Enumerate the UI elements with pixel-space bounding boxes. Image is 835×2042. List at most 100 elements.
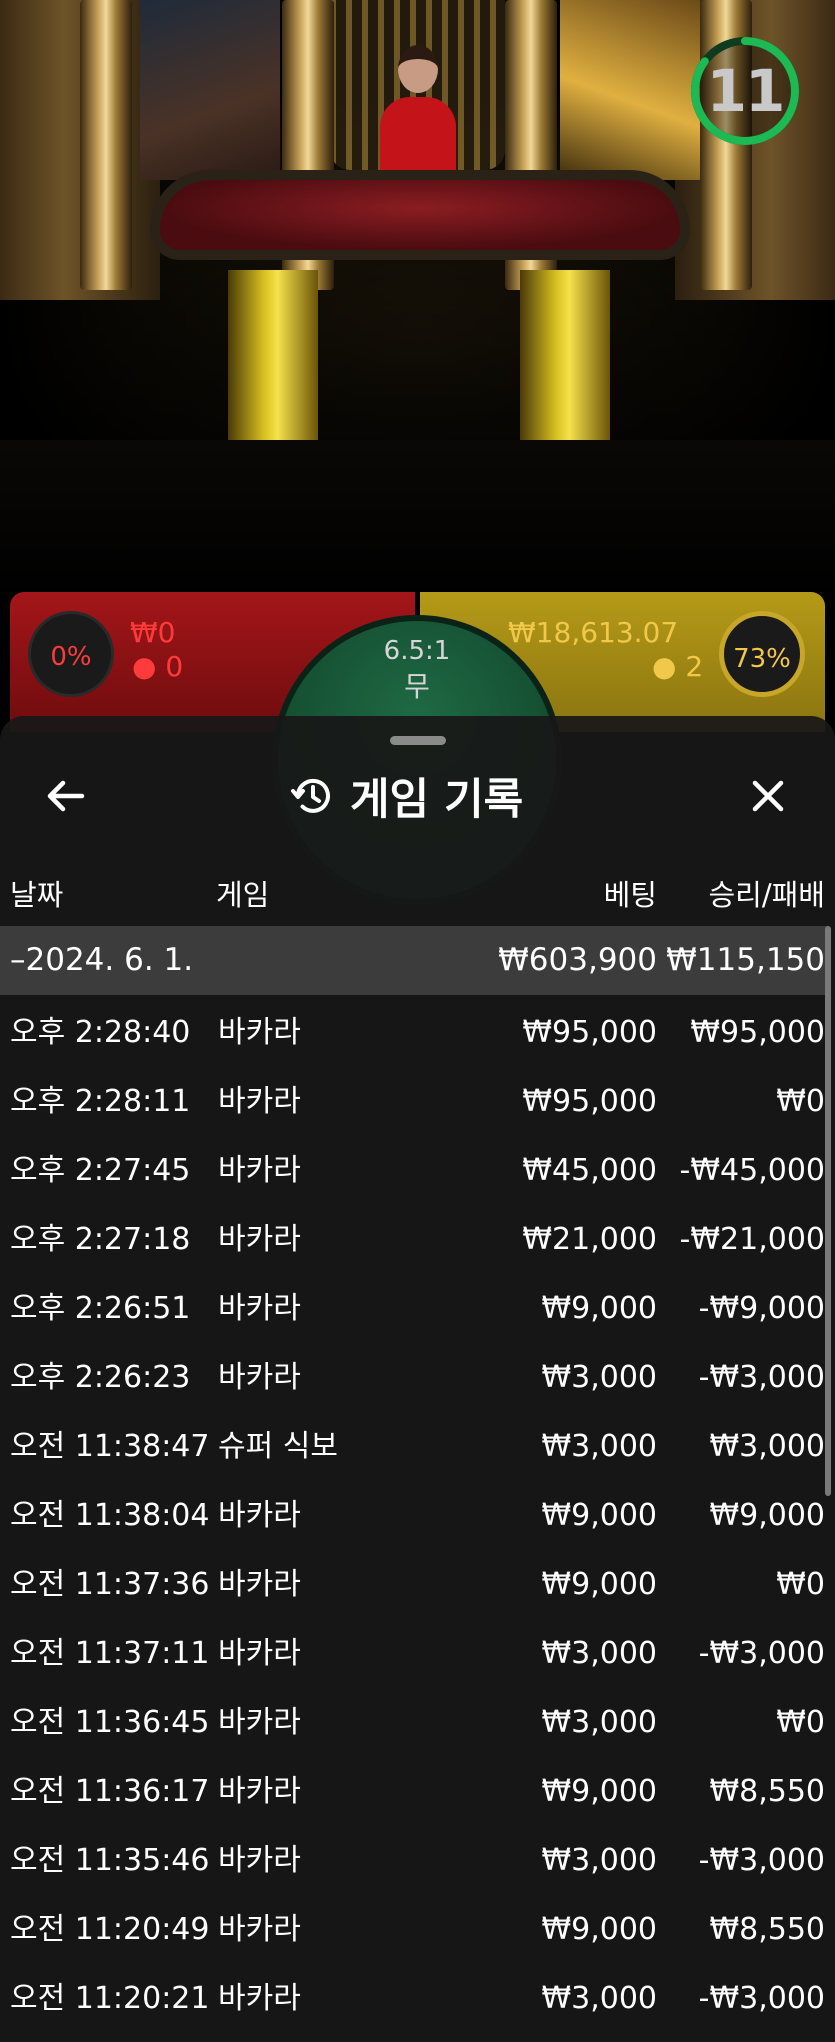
sheet-title: 게임 기록 bbox=[350, 775, 524, 825]
row-result: -₩3,000 bbox=[698, 1843, 825, 1878]
table-leg bbox=[520, 270, 610, 460]
row-result: -₩21,000 bbox=[679, 1222, 825, 1257]
row-result: -₩45,000 bbox=[679, 1153, 825, 1188]
person-icon: ● bbox=[652, 650, 677, 683]
tie-label: 무 bbox=[404, 670, 430, 703]
column-date: 날짜 bbox=[10, 878, 64, 912]
row-bet: ₩9,000 bbox=[541, 1774, 657, 1809]
row-bet: ₩9,000 bbox=[541, 1567, 657, 1602]
tiger-player-count: ● 2 bbox=[652, 650, 704, 683]
row-game: 바카라 bbox=[218, 1567, 301, 1602]
row-game: 바카라 bbox=[218, 1843, 301, 1878]
dealer bbox=[370, 45, 465, 185]
row-result: ₩0 bbox=[776, 1705, 825, 1740]
history-row[interactable]: 오전 11:37:36 바카라 ₩9,000 ₩0 bbox=[0, 1550, 835, 1619]
row-bet: ₩21,000 bbox=[522, 1222, 657, 1257]
row-bet: ₩3,000 bbox=[541, 1360, 657, 1395]
history-row[interactable]: 오전 11:38:04 바카라 ₩9,000 ₩9,000 bbox=[0, 1481, 835, 1550]
row-game: 바카라 bbox=[218, 1222, 301, 1257]
row-time: 오전 11:36:45 bbox=[10, 1705, 210, 1740]
row-game: 바카라 bbox=[218, 1084, 301, 1119]
card-table bbox=[150, 170, 690, 260]
row-result: ₩95,000 bbox=[690, 1015, 825, 1050]
row-time: 오후 2:26:51 bbox=[10, 1291, 191, 1326]
row-game: 바카라 bbox=[218, 1705, 301, 1740]
row-result: ₩8,550 bbox=[709, 1912, 825, 1947]
row-game: 바카라 bbox=[218, 1015, 301, 1050]
row-result: ₩9,000 bbox=[709, 1498, 825, 1533]
back-button[interactable] bbox=[36, 766, 96, 826]
row-time: 오전 11:37:11 bbox=[10, 1636, 210, 1671]
row-game: 바카라 bbox=[218, 1774, 301, 1809]
row-bet: ₩95,000 bbox=[522, 1015, 657, 1050]
row-bet: ₩3,000 bbox=[541, 1429, 657, 1464]
dragon-player-count: ● 0 bbox=[132, 650, 184, 683]
history-row[interactable]: 오전 11:36:45 바카라 ₩3,000 ₩0 bbox=[0, 1688, 835, 1757]
round-countdown-timer: 11 bbox=[688, 34, 802, 148]
row-game: 바카라 bbox=[218, 1291, 301, 1326]
arrow-left-icon bbox=[47, 780, 85, 812]
history-row[interactable]: 오후 2:28:40 바카라 ₩95,000 ₩95,000 bbox=[0, 998, 835, 1067]
tiger-artwork bbox=[560, 0, 700, 180]
row-game: 바카라 bbox=[218, 1360, 301, 1395]
row-time: 오전 11:36:17 bbox=[10, 1774, 210, 1809]
row-bet: ₩3,000 bbox=[541, 1843, 657, 1878]
row-bet: ₩95,000 bbox=[522, 1084, 657, 1119]
history-row[interactable]: 오후 2:27:45 바카라 ₩45,000 -₩45,000 bbox=[0, 1136, 835, 1205]
history-row[interactable]: 오전 11:35:46 바카라 ₩3,000 -₩3,000 bbox=[0, 1826, 835, 1895]
row-result: ₩3,000 bbox=[709, 1429, 825, 1464]
row-game: 바카라 bbox=[218, 1636, 301, 1671]
timer-seconds: 11 bbox=[706, 57, 786, 125]
row-time: 오전 11:35:46 bbox=[10, 1843, 210, 1878]
row-bet: ₩3,000 bbox=[541, 1636, 657, 1671]
history-clock-icon bbox=[291, 778, 330, 813]
row-game: 바카라 bbox=[218, 1498, 301, 1533]
person-icon: ● bbox=[132, 650, 157, 683]
history-row[interactable]: 오후 2:28:11 바카라 ₩95,000 ₩0 bbox=[0, 1067, 835, 1136]
history-row[interactable]: 오후 2:27:18 바카라 ₩21,000 -₩21,000 bbox=[0, 1205, 835, 1274]
history-row[interactable]: 오후 2:26:51 바카라 ₩9,000 -₩9,000 bbox=[0, 1274, 835, 1343]
row-result: -₩3,000 bbox=[698, 1981, 825, 2016]
row-time: 오후 2:26:23 bbox=[10, 1360, 191, 1395]
history-row[interactable]: 오후 2:26:23 바카라 ₩3,000 -₩3,000 bbox=[0, 1343, 835, 1412]
day-bet-total: ₩603,900 bbox=[498, 942, 657, 978]
close-button[interactable] bbox=[738, 766, 798, 826]
row-bet: ₩45,000 bbox=[522, 1153, 657, 1188]
history-row[interactable]: 오전 11:36:17 바카라 ₩9,000 ₩8,550 bbox=[0, 1757, 835, 1826]
row-game: 바카라 bbox=[218, 1981, 301, 2016]
day-summary-row[interactable]: –2024. 6. 1. ₩603,900 ₩115,150 bbox=[0, 926, 828, 995]
history-row[interactable]: 오전 11:20:49 바카라 ₩9,000 ₩8,550 bbox=[0, 1895, 835, 1964]
row-result: ₩0 bbox=[776, 1084, 825, 1119]
column-result: 승리/패배 bbox=[708, 878, 826, 912]
row-bet: ₩9,000 bbox=[541, 1498, 657, 1533]
row-game: 바카라 bbox=[218, 1912, 301, 1947]
row-bet: ₩9,000 bbox=[541, 1912, 657, 1947]
row-result: -₩3,000 bbox=[698, 1636, 825, 1671]
row-time: 오전 11:38:47 bbox=[10, 1429, 210, 1464]
row-bet: ₩9,000 bbox=[541, 1291, 657, 1326]
day-result-total: ₩115,150 bbox=[666, 942, 825, 978]
row-time: 오전 11:20:21 bbox=[10, 1981, 210, 2016]
row-result: -₩3,000 bbox=[698, 1360, 825, 1395]
row-result: -₩9,000 bbox=[698, 1291, 825, 1326]
table-leg bbox=[228, 270, 318, 460]
history-row[interactable]: 오전 11:38:47 슈퍼 식보 ₩3,000 ₩3,000 bbox=[0, 1412, 835, 1481]
row-result: ₩0 bbox=[776, 1567, 825, 1602]
table-header: 날짜 게임 베팅 승리/패배 bbox=[0, 872, 835, 916]
history-row[interactable]: 오전 11:37:11 바카라 ₩3,000 -₩3,000 bbox=[0, 1619, 835, 1688]
column-game: 게임 bbox=[216, 878, 270, 912]
row-result: ₩8,550 bbox=[709, 1774, 825, 1809]
history-table: –2024. 6. 1. ₩603,900 ₩115,150 오후 2:28:4… bbox=[0, 926, 835, 2033]
scrollbar[interactable] bbox=[825, 926, 831, 1496]
history-row[interactable]: 오전 11:20:21 바카라 ₩3,000 -₩3,000 bbox=[0, 1964, 835, 2033]
tiger-bet-percent: 73% bbox=[719, 611, 805, 697]
sheet-drag-handle[interactable] bbox=[390, 736, 446, 745]
row-time: 오후 2:27:18 bbox=[10, 1222, 191, 1257]
close-icon bbox=[752, 780, 784, 812]
game-history-sheet: 게임 기록 날짜 게임 베팅 승리/패배 –2024. 6. 1. ₩603,9… bbox=[0, 716, 835, 2042]
dragon-bet-amount: ₩0 bbox=[130, 616, 176, 649]
dragon-bet-percent: 0% bbox=[28, 611, 114, 697]
column-bet: 베팅 bbox=[603, 878, 657, 912]
row-bet: ₩3,000 bbox=[541, 1981, 657, 2016]
row-time: 오전 11:20:49 bbox=[10, 1912, 210, 1947]
